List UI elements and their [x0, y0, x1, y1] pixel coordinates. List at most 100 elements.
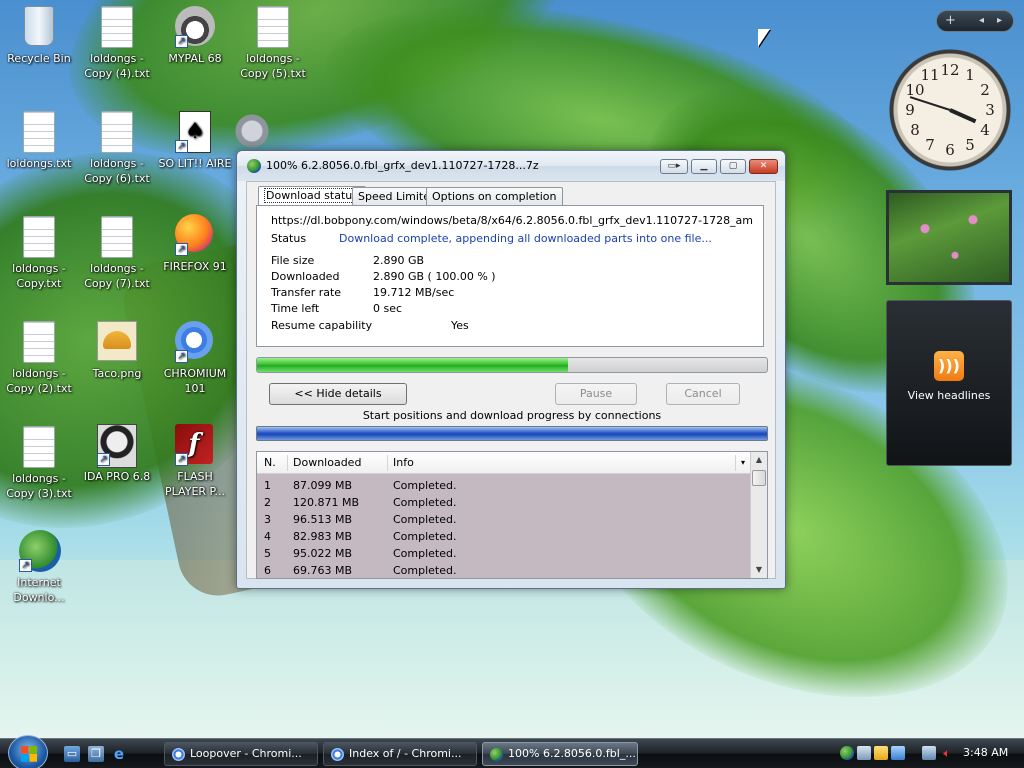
table-row[interactable]: 5 95.022 MB Completed. — [257, 545, 751, 562]
close-button[interactable]: ✕ — [749, 159, 778, 174]
scroll-thumb[interactable] — [752, 470, 766, 486]
text-file-icon — [23, 426, 55, 468]
downloaded-label: Downloaded — [271, 270, 340, 283]
desktop-icon-text-file[interactable]: loldongs - Copy (5).txt — [234, 6, 312, 81]
clock-numeral: 5 — [965, 136, 975, 154]
column-header-info[interactable]: Info — [393, 456, 414, 469]
table-row[interactable]: 4 82.983 MB Completed. — [257, 528, 751, 545]
desktop-icon-text-file[interactable]: loldongs - Copy (3).txt — [0, 426, 78, 501]
add-gadget-button[interactable]: + — [945, 13, 956, 28]
taskbar-item-loopover[interactable]: Loopover - Chromi... — [164, 742, 318, 766]
show-desktop-icon[interactable]: ▭ — [64, 746, 80, 762]
column-collapse-icon[interactable]: ▾ — [741, 458, 745, 467]
connections-table[interactable]: N. Downloaded Info ▾ 1 87.099 MB Completed… — [256, 451, 768, 579]
pip-button[interactable]: ▭▸ — [660, 159, 688, 174]
minimize-button[interactable]: ▁ — [691, 159, 717, 174]
tab-label: Options on completion — [432, 190, 557, 203]
row-info: Completed. — [393, 479, 457, 492]
row-number: 4 — [264, 530, 271, 543]
desktop-icon-ida-pro[interactable]: ↗ IDA PRO 6.8 — [78, 424, 156, 484]
transfer-rate-label: Transfer rate — [271, 286, 342, 299]
gadget-prev-button[interactable]: ◂ — [979, 15, 984, 26]
icon-label: loldongs - Copy (5).txt — [240, 52, 306, 80]
table-row[interactable]: 3 96.513 MB Completed. — [257, 511, 751, 528]
desktop-icon-flash-player[interactable]: f ↗ FLASH PLAYER P... — [156, 424, 234, 499]
table-header: N. Downloaded Info ▾ — [257, 452, 751, 474]
column-header-downloaded[interactable]: Downloaded — [293, 456, 361, 469]
clock-numeral: 12 — [940, 61, 960, 79]
icon-label: FLASH PLAYER P... — [165, 470, 225, 498]
table-row[interactable]: 2 120.871 MB Completed. — [257, 494, 751, 511]
desktop-icon-text-file[interactable]: loldongs - Copy (7).txt — [78, 216, 156, 291]
desktop-icon-firefox[interactable]: ↗ FIREFOX 91 — [156, 214, 234, 274]
device-tray-icon[interactable] — [891, 746, 905, 760]
taskbar-clock[interactable]: 3:48 AM — [963, 746, 1008, 759]
dialog-titlebar[interactable]: 100% 6.2.8056.0.fbl_grfx_dev1.110727-172… — [237, 151, 785, 181]
desktop-icon-chromium[interactable]: ↗ CHROMIUM 101 — [156, 321, 234, 396]
table-row[interactable]: 6 69.763 MB Completed. — [257, 562, 751, 578]
view-headlines-link[interactable]: View headlines — [887, 389, 1011, 402]
cancel-button[interactable]: Cancel — [666, 383, 740, 405]
tab-label: Download status — [264, 188, 360, 203]
feed-headlines-gadget[interactable]: ))) View headlines — [886, 300, 1012, 466]
desktop-icon-text-file[interactable]: loldongs.txt — [0, 111, 78, 171]
clock-numeral: 11 — [920, 66, 940, 84]
desktop-icon-internet-download-manager[interactable]: ↗ Internet Downlo... — [0, 530, 78, 605]
maximize-button[interactable]: ▢ — [720, 159, 746, 174]
volume-muted-icon[interactable]: 🔈︎ — [940, 746, 954, 760]
icon-label: CHROMIUM 101 — [163, 367, 227, 395]
tab-label: Speed Limiter — [358, 190, 435, 203]
rss-icon: ))) — [934, 351, 964, 381]
gadget-next-button[interactable]: ▸ — [997, 15, 1002, 26]
switch-windows-icon[interactable]: ❐ — [88, 746, 104, 762]
taskbar-item-index[interactable]: Index of / - Chromi... — [323, 742, 477, 766]
desktop-icon-taco-image[interactable]: Taco.png — [78, 321, 156, 381]
desktop-icon-solitaire[interactable]: ♠ ↗ SO LIT!! AIRE — [156, 111, 234, 171]
icon-label: loldongs - Copy (7).txt — [84, 262, 150, 290]
table-scrollbar[interactable]: ▲ ▼ — [750, 452, 767, 578]
resume-capability-value: Yes — [451, 319, 469, 332]
icon-label: loldongs - Copy (3).txt — [6, 472, 72, 500]
icon-label: loldongs - Copy (6).txt — [84, 157, 150, 185]
desktop-icon-text-file[interactable]: loldongs - Copy.txt — [0, 216, 78, 291]
tab-download-status[interactable]: Download status — [258, 186, 366, 205]
idm-tray-icon[interactable] — [840, 746, 854, 760]
desktop-icon-mypal[interactable]: ↗ MYPAL 68 — [156, 6, 234, 66]
clock-numeral: 3 — [985, 101, 995, 119]
table-row[interactable]: 1 87.099 MB Completed. — [257, 477, 751, 494]
internet-explorer-icon[interactable]: e — [111, 746, 127, 762]
desktop-icon-text-file[interactable]: loldongs - Copy (4).txt — [78, 6, 156, 81]
icon-label: IDA PRO 6.8 — [83, 470, 151, 483]
column-header-number[interactable]: N. — [264, 456, 276, 469]
scroll-down-icon[interactable]: ▼ — [751, 562, 767, 578]
tab-options-on-completion[interactable]: Options on completion — [426, 187, 563, 205]
downloaded-value: 2.890 GB ( 100.00 % ) — [373, 270, 496, 283]
dialog-title: 100% 6.2.8056.0.fbl_grfx_dev1.110727-172… — [266, 159, 539, 172]
text-file-icon — [23, 111, 55, 153]
pause-button[interactable]: Pause — [555, 383, 637, 405]
network-tray-icon[interactable] — [857, 746, 871, 760]
download-status-panel: https://dl.bobpony.com/windows/beta/8/x6… — [256, 205, 764, 347]
scroll-up-icon[interactable]: ▲ — [751, 452, 767, 468]
security-tray-icon[interactable] — [874, 746, 888, 760]
idm-icon — [490, 748, 503, 761]
chromium-icon — [331, 748, 344, 761]
row-info: Completed. — [393, 513, 457, 526]
text-file-icon — [23, 216, 55, 258]
slideshow-gadget[interactable] — [886, 190, 1012, 285]
desktop-icon-text-file[interactable]: loldongs - Copy (2).txt — [0, 321, 78, 396]
desktop-icon-recycle-bin[interactable]: Recycle Bin — [0, 6, 78, 66]
network-connection-icon[interactable] — [922, 746, 936, 760]
arrow-right-icon: ▭▸ — [667, 161, 681, 171]
taskbar-item-download[interactable]: 100% 6.2.8056.0.fbl_... — [482, 742, 638, 766]
hide-details-button[interactable]: << Hide details — [269, 383, 407, 405]
clock-gadget[interactable]: 12 1 2 3 4 5 6 7 8 9 10 11 — [888, 48, 1012, 172]
icon-label: loldongs.txt — [6, 157, 72, 170]
taskbar-item-label: 100% 6.2.8056.0.fbl_... — [508, 747, 636, 760]
time-left-label: Time left — [271, 302, 320, 315]
minimize-icon: ▁ — [700, 161, 708, 171]
start-button[interactable] — [8, 735, 48, 768]
desktop-icon-text-file[interactable]: loldongs - Copy (6).txt — [78, 111, 156, 186]
row-number: 6 — [264, 564, 271, 577]
row-info: Completed. — [393, 496, 457, 509]
